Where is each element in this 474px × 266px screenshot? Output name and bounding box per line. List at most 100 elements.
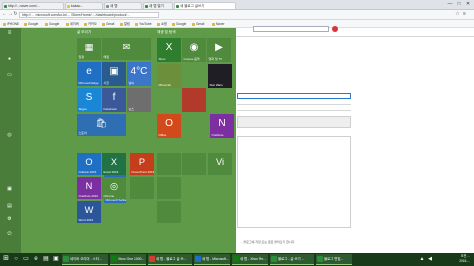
tile-news[interactable]: 뉴스 <box>127 88 151 112</box>
bookmark-item[interactable]: Gmail <box>102 21 114 27</box>
tile-facebook[interactable]: f Facebook <box>102 88 126 112</box>
onenote-2016-icon: N <box>85 181 93 192</box>
file-explorer-icon[interactable]: ▤ <box>42 255 50 263</box>
outlook-icon: O <box>85 157 93 168</box>
bookmark-item[interactable]: 쇼핑 <box>157 21 167 27</box>
bookmark-item[interactable]: 카카오 <box>84 21 97 27</box>
tile-mail[interactable]: ✉ 메일 <box>102 38 151 60</box>
folder-icon <box>84 22 87 26</box>
user-icon[interactable]: ● <box>6 56 13 63</box>
taskbar-app[interactable]: 새 탭 - 블로그 글 쓰... <box>148 254 192 265</box>
edge-icon[interactable]: e <box>32 255 40 263</box>
tile-minecraft[interactable]: Minecraft <box>157 64 181 88</box>
photos-icon: ▣ <box>109 66 119 78</box>
chrome-icon[interactable]: ◎ <box>6 132 13 139</box>
hamburger-icon[interactable]: ≡ <box>6 30 13 37</box>
browser-tab-4[interactable]: 새 탭 열기 <box>143 2 173 9</box>
bookmark-item[interactable]: 알림 <box>120 21 130 27</box>
taskbar-app[interactable]: 블로그 - 글 쓰기 ... <box>270 254 314 265</box>
task-view-icon[interactable]: ▭ <box>22 255 30 263</box>
tab-label: http://...naver.com/... <box>8 4 40 8</box>
volume-icon[interactable]: ◀ <box>426 255 434 263</box>
store-icon[interactable]: ▣ <box>52 255 60 263</box>
tile-chrome[interactable]: ◎ Chrome <box>102 177 126 199</box>
bookmark-item[interactable]: Google <box>172 21 186 27</box>
tile-label: Outlook 2016 <box>78 170 97 174</box>
browser-tab-2[interactable]: kakao... <box>65 2 103 9</box>
tile-xbox[interactable]: X Xbox <box>157 38 181 62</box>
bookmark-item[interactable]: Google <box>24 21 38 27</box>
clock[interactable]: 오전 ... 2015-... <box>438 254 470 264</box>
tile-label: 영화 및 TV <box>208 57 223 61</box>
taskbar-app[interactable]: 네이버 코리아 - 스타... <box>62 254 108 265</box>
back-icon[interactable]: ← <box>2 12 7 17</box>
tile-weather[interactable]: 4°C 날씨 <box>127 62 151 86</box>
photos-icon[interactable]: ▣ <box>6 186 13 193</box>
app-icon <box>63 256 69 262</box>
reload-icon[interactable]: ↻ <box>13 12 18 17</box>
tile-outlook[interactable]: O Outlook 2016 <box>77 153 101 175</box>
bookmark-item[interactable]: iPHONE <box>3 21 19 27</box>
tile-label: Groove 음악 <box>183 57 200 61</box>
taskbar-app[interactable]: 새 탭 - Xbox Re... <box>232 254 268 265</box>
star-icon[interactable]: ☆ <box>455 12 460 17</box>
editor-area[interactable] <box>237 136 351 228</box>
taskbar-app[interactable]: Xbox One 1000... <box>110 254 146 265</box>
tile-skype[interactable]: S Skype <box>77 88 101 112</box>
bookmark-item[interactable]: Google <box>45 21 59 27</box>
browser-tab-active[interactable]: 새 블로그 글쓰기 <box>174 2 236 9</box>
file-explorer-icon[interactable]: ▤ <box>6 203 13 210</box>
taskbar-app[interactable]: 블로그 편집... <box>316 254 352 265</box>
taskbar-app[interactable]: 새 탭 - Microsoft... <box>194 254 230 265</box>
menu-icon[interactable]: ≡ <box>462 12 467 17</box>
divider <box>236 36 474 37</box>
tile-edge[interactable]: e Microsoft Edge <box>77 62 101 86</box>
bookmark-item[interactable]: Gmail <box>192 21 204 27</box>
tile-app-a[interactable] <box>130 177 154 199</box>
network-icon[interactable]: ▲ <box>418 255 426 263</box>
tile-excel[interactable]: X Excel 2016 <box>102 153 126 175</box>
tile-movies[interactable]: ▶ 영화 및 TV <box>207 38 231 62</box>
excel-icon: X <box>110 157 118 168</box>
tile-app-b[interactable] <box>157 153 181 175</box>
settings-icon[interactable]: ⚙ <box>6 216 13 223</box>
tile-onenote[interactable]: N OneNote <box>210 114 234 138</box>
tile-groove[interactable]: ◉ Groove 음악 <box>182 38 206 62</box>
folder-icon <box>24 22 27 26</box>
tile-powerpoint[interactable]: P PowerPoint 2016 <box>130 153 154 175</box>
bookmark-item[interactable]: Naver <box>212 21 225 27</box>
maximize-button[interactable]: □ <box>455 1 463 8</box>
tile-vi[interactable]: Vi <box>208 153 232 175</box>
app-icon <box>233 256 239 262</box>
profile-icon[interactable] <box>332 26 338 32</box>
powerpoint-icon: P <box>138 157 146 168</box>
tile-star-wars[interactable]: Star Wars <box>208 64 232 88</box>
tile-game-1[interactable] <box>182 88 206 112</box>
tile-calendar[interactable]: ▦ 일정 <box>77 38 101 60</box>
browser-tab-3[interactable]: 새 탭 <box>104 2 142 9</box>
tile-photos[interactable]: ▣ 사진 <box>102 62 126 86</box>
mail-icon: ✉ <box>122 42 131 53</box>
tile-app-e[interactable] <box>157 201 181 223</box>
search-icon[interactable]: ○ <box>12 255 20 263</box>
close-button[interactable]: ✕ <box>464 1 472 8</box>
address-bar[interactable]: http://... .microsoft.com/ko-kr/... /Sto… <box>19 12 159 18</box>
tile-store[interactable]: 🛍 스토어 <box>77 114 126 136</box>
search-input[interactable] <box>253 26 329 32</box>
tile-word[interactable]: W Word 2016 <box>77 201 101 223</box>
tile-app-c[interactable] <box>182 153 206 175</box>
start-button[interactable]: ⊞ <box>2 255 10 263</box>
tile-label: Xbox <box>158 57 166 61</box>
minimize-button[interactable]: — <box>446 1 454 8</box>
tile-label: Chrome <box>103 194 115 198</box>
power-icon[interactable]: ⏻ <box>6 231 13 238</box>
title-input[interactable] <box>237 93 351 99</box>
tile-get-office[interactable]: O Office <box>157 114 181 138</box>
tab-favicon-icon <box>4 4 7 8</box>
bookmark-item[interactable]: YouTube <box>135 21 152 27</box>
tile-onenote-2016[interactable]: N OneNote 2016 <box>77 177 101 199</box>
browser-tab-1[interactable]: http://...naver.com/... <box>2 2 64 9</box>
documents-icon[interactable]: ▭ <box>6 72 13 79</box>
tile-app-d[interactable] <box>157 177 181 199</box>
bookmark-item[interactable]: 네이버 <box>66 21 79 27</box>
